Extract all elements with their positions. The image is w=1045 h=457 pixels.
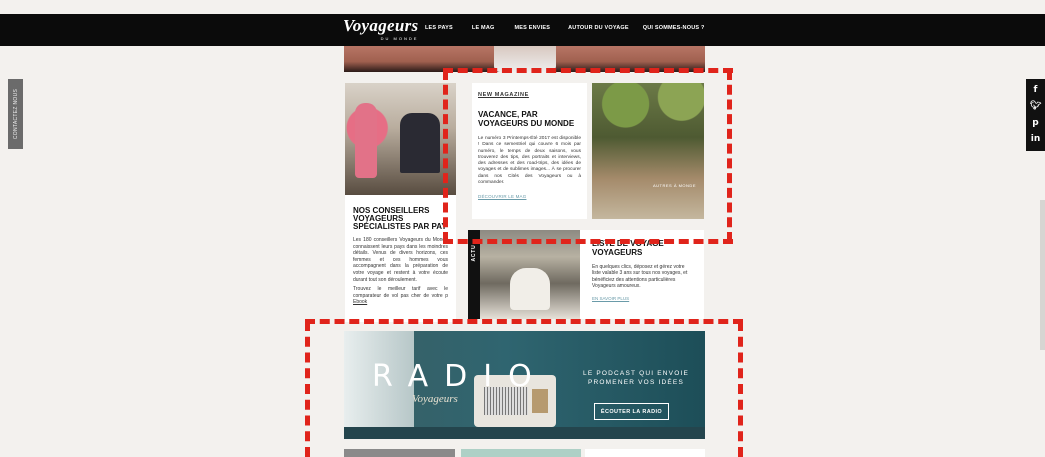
magazine-title: VACANCE, PAR VOYAGEURS DU MONDE bbox=[478, 110, 575, 128]
learn-more-link[interactable]: EN SAVOIR PLUS bbox=[592, 296, 692, 301]
logo-text: Voyageurs bbox=[343, 16, 419, 35]
conseillers-photo bbox=[345, 83, 456, 195]
nav-item-les-pays[interactable]: LES PAYS bbox=[425, 25, 453, 31]
bottom-card-image-3 bbox=[585, 449, 705, 457]
hero-image bbox=[344, 46, 705, 72]
conseillers-title: NOS CONSEILLERS VOYAGEURS SPÉCIALISTES P… bbox=[353, 206, 447, 231]
social-bar: f 🐦︎ p in bbox=[1026, 79, 1045, 151]
magazine-card: NEW MAGAZINE VACANCE, PAR VOYAGEURS DU M… bbox=[472, 83, 587, 219]
magazine-cover[interactable]: AUTRES À MONDE bbox=[592, 83, 704, 219]
scrollbar[interactable] bbox=[1040, 200, 1045, 350]
actu-label: ACTU bbox=[471, 244, 477, 262]
radio-banner[interactable]: RADIO Voyageurs LE PODCAST QUI ENVOIE PR… bbox=[344, 331, 705, 439]
phone-image bbox=[494, 46, 556, 72]
bottom-card-image-1 bbox=[344, 449, 455, 457]
magazine-tag: NEW MAGAZINE bbox=[478, 92, 529, 98]
conseillers-card: NOS CONSEILLERS VOYAGEURS SPÉCIALISTES P… bbox=[345, 83, 456, 322]
pinterest-icon[interactable]: p bbox=[1032, 118, 1038, 128]
linkedin-icon[interactable]: in bbox=[1031, 135, 1041, 144]
actu-label-bar: ACTU bbox=[468, 230, 480, 319]
conseillers-text-2: Trouvez le meilleur tarif avec le compar… bbox=[353, 286, 448, 306]
liste-photo bbox=[480, 230, 580, 319]
listen-radio-button[interactable]: ÉCOUTER LA RADIO bbox=[594, 403, 669, 420]
cover-caption: AUTRES À MONDE bbox=[652, 183, 696, 188]
nav-item-autour-du-voyage[interactable]: AUTOUR DU VOYAGE bbox=[568, 25, 629, 31]
liste-card: LISTE DE VOYAGE VOYAGEURS En quelques cl… bbox=[580, 230, 704, 319]
twitter-icon[interactable]: 🐦︎ bbox=[1030, 102, 1041, 111]
logo[interactable]: Voyageurs DU MONDE bbox=[343, 16, 419, 42]
contact-tab-label: CONTACTEZ NOUS bbox=[12, 88, 19, 140]
nav-item-le-mag[interactable]: LE MAG bbox=[472, 25, 495, 31]
ebook-link[interactable]: Ebook bbox=[353, 299, 367, 305]
radio-title: RADIO bbox=[372, 359, 548, 394]
cover-image bbox=[592, 83, 704, 153]
annotation-dash-left-lower bbox=[305, 321, 310, 457]
logo-subtext: DU MONDE bbox=[380, 36, 419, 41]
nav-item-qui-sommes-nous[interactable]: QUI SOMMES-NOUS ? bbox=[643, 25, 705, 31]
magazine-body: Le numéro 3 Printemps-Été 2017 est dispo… bbox=[478, 136, 581, 186]
table-image bbox=[344, 427, 705, 439]
conseillers-text: Les 180 conseillers Voyageurs du Monde c… bbox=[353, 237, 448, 283]
top-navigation: Voyageurs DU MONDE LES PAYS LE MAG MES E… bbox=[0, 14, 1045, 46]
discover-mag-link[interactable]: DÉCOUVRIR LE MAG bbox=[478, 194, 581, 199]
podcast-tagline: LE PODCAST QUI ENVOIE PROMENER VOS IDÉES bbox=[583, 370, 689, 386]
conseillers-text-2-body: Trouvez le meilleur tarif avec le compar… bbox=[353, 286, 448, 299]
annotation-dash-right-upper bbox=[727, 70, 732, 242]
bottom-card-image-2 bbox=[461, 449, 581, 457]
contact-tab[interactable]: CONTACTEZ NOUS bbox=[8, 79, 23, 149]
nav-item-mes-envies[interactable]: MES ENVIES bbox=[514, 25, 550, 31]
annotation-dash-right-lower bbox=[738, 321, 743, 457]
main-menu: LES PAYS LE MAG MES ENVIES AUTOUR DU VOY… bbox=[425, 25, 705, 31]
liste-body: En quelques clics, déposez et gérez votr… bbox=[592, 264, 688, 290]
liste-title: LISTE DE VOYAGE VOYAGEURS bbox=[592, 239, 664, 257]
radio-subtitle: Voyageurs bbox=[412, 393, 458, 405]
facebook-icon[interactable]: f bbox=[1034, 85, 1038, 95]
